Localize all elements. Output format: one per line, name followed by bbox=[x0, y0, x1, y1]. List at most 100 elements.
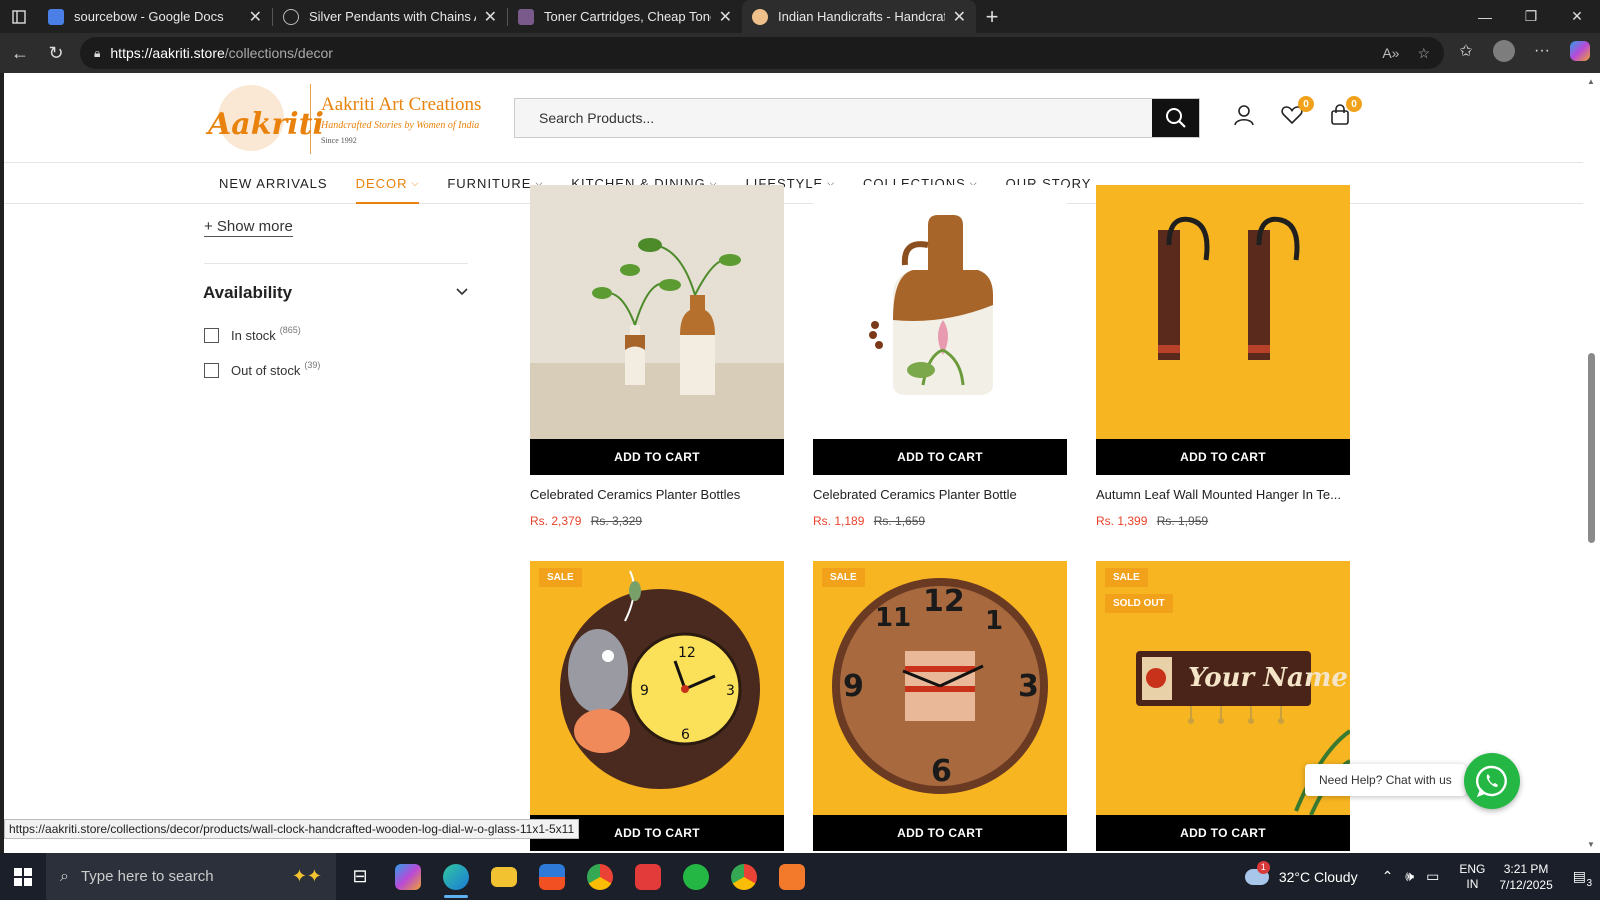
product-image[interactable] bbox=[813, 185, 1067, 439]
checkbox[interactable] bbox=[204, 328, 219, 343]
chat-help-label[interactable]: Need Help? Chat with us bbox=[1305, 764, 1466, 796]
cart-icon[interactable]: 0 bbox=[1328, 96, 1362, 127]
page-scrollbar[interactable]: ▲ ▼ bbox=[1583, 73, 1600, 853]
compare-price: Rs. 1,659 bbox=[873, 514, 926, 528]
copilot-icon[interactable] bbox=[1566, 37, 1594, 65]
product-card[interactable]: 12 3 6 9 11 1 SALE ADD TO CART bbox=[813, 561, 1067, 851]
restore-icon[interactable]: ❐ bbox=[1508, 0, 1554, 33]
language-indicator[interactable]: ENG IN bbox=[1459, 862, 1485, 892]
xampp-icon[interactable] bbox=[768, 853, 816, 900]
store-icon[interactable] bbox=[528, 853, 576, 900]
chrome-profile-icon[interactable] bbox=[720, 853, 768, 900]
nav-item-decor[interactable]: DECOR ⌵ bbox=[342, 163, 434, 204]
tab-title: Silver Pendants with Chains Archi bbox=[309, 9, 476, 24]
whatsapp-chat-button[interactable] bbox=[1464, 753, 1520, 809]
checkbox[interactable] bbox=[204, 363, 219, 378]
add-to-cart-button[interactable]: ADD TO CART bbox=[530, 439, 784, 475]
product-card[interactable]: ADD TO CART Celebrated Ceramics Planter … bbox=[813, 185, 1067, 528]
read-aloud-icon[interactable]: A» bbox=[1382, 45, 1399, 62]
close-tab-icon[interactable]: ✕ bbox=[484, 7, 497, 27]
address-bar[interactable]: 🔒︎ https://aakriti.store/collections/dec… bbox=[80, 37, 1444, 69]
windows-start-icon[interactable] bbox=[0, 853, 46, 900]
filter-out-of-stock[interactable]: Out of stock (39) bbox=[204, 360, 320, 378]
back-icon[interactable]: ← bbox=[2, 35, 38, 71]
weather-widget[interactable]: 1 32°C Cloudy bbox=[1244, 860, 1358, 885]
browser-tab[interactable]: sourcebow - Google Docs ✕ bbox=[38, 0, 272, 33]
close-tab-icon[interactable]: ✕ bbox=[249, 7, 262, 27]
close-tab-icon[interactable]: ✕ bbox=[953, 7, 966, 27]
add-to-cart-button[interactable]: ADD TO CART bbox=[1096, 815, 1350, 851]
product-image[interactable]: 12 3 6 9 11 1 SALE bbox=[813, 561, 1067, 815]
product-image[interactable]: 12 3 6 9 SALE bbox=[530, 561, 784, 815]
lock-icon[interactable]: 🔒︎ bbox=[94, 46, 100, 61]
time: 3:21 PM bbox=[1503, 861, 1549, 876]
add-to-cart-button[interactable]: ADD TO CART bbox=[813, 439, 1067, 475]
wishlist-icon[interactable]: 0 bbox=[1280, 96, 1314, 127]
minimize-icon[interactable]: — bbox=[1462, 0, 1508, 33]
site-header: Aakriti Aakriti Art Creations Handcrafte… bbox=[4, 73, 1583, 163]
system-tray: 1 32°C Cloudy ⌃ 🕪︎ ▭ ENG IN 3:21 PM 7/12… bbox=[1244, 853, 1600, 900]
favorite-star-icon[interactable]: ☆ bbox=[1417, 45, 1430, 62]
profile-avatar[interactable] bbox=[1490, 37, 1518, 65]
notifications-icon[interactable]: ▤ 3 bbox=[1573, 868, 1592, 889]
search-button[interactable] bbox=[1152, 99, 1199, 137]
copilot-app-icon[interactable] bbox=[384, 853, 432, 900]
file-explorer-icon[interactable] bbox=[480, 853, 528, 900]
nav-label: NEW ARRIVALS bbox=[219, 176, 328, 191]
add-to-cart-button[interactable]: ADD TO CART bbox=[1096, 439, 1350, 475]
chevron-up-icon[interactable]: ⌃ bbox=[1382, 868, 1394, 885]
product-card[interactable]: Your Name SALE SOLD OUT ADD TO CART bbox=[1096, 561, 1350, 851]
product-title[interactable]: Celebrated Ceramics Planter Bottle bbox=[813, 487, 1067, 502]
browser-tab-active[interactable]: Indian Handicrafts - Handcrafted ✕ bbox=[742, 0, 976, 33]
browser-tab[interactable]: Toner Cartridges, Cheap Toner Ca ✕ bbox=[508, 0, 742, 33]
taskbar-search-placeholder: Type here to search bbox=[80, 868, 214, 885]
weather-text: 32°C Cloudy bbox=[1278, 868, 1358, 885]
scroll-up-icon[interactable]: ▲ bbox=[1587, 77, 1595, 86]
chrome-app-icon[interactable] bbox=[576, 853, 624, 900]
scroll-down-icon[interactable]: ▼ bbox=[1587, 840, 1595, 849]
product-price: Rs. 2,379 Rs. 3,329 bbox=[530, 514, 784, 528]
url-host: https://aakriti.store bbox=[110, 45, 225, 61]
product-title[interactable]: Autumn Leaf Wall Mounted Hanger In Te... bbox=[1096, 487, 1350, 502]
availability-heading[interactable]: Availability bbox=[203, 283, 292, 303]
search-input[interactable] bbox=[515, 99, 1152, 137]
site-logo[interactable]: Aakriti Aakriti Art Creations Handcrafte… bbox=[204, 81, 494, 157]
close-tab-icon[interactable]: ✕ bbox=[719, 7, 732, 27]
filter-in-stock[interactable]: In stock (865) bbox=[204, 325, 301, 343]
network-icon[interactable]: ▭ bbox=[1426, 868, 1439, 885]
edge-app-icon[interactable] bbox=[432, 853, 480, 900]
filter-label: In stock bbox=[231, 328, 276, 343]
svg-text:9: 9 bbox=[843, 669, 864, 704]
close-window-icon[interactable]: ✕ bbox=[1554, 0, 1600, 33]
product-image[interactable] bbox=[1096, 185, 1350, 439]
account-icon[interactable] bbox=[1232, 103, 1256, 127]
aakriti-favicon-icon bbox=[752, 8, 768, 25]
product-card[interactable]: ADD TO CART Celebrated Ceramics Planter … bbox=[530, 185, 784, 528]
clock[interactable]: 3:21 PM 7/12/2025 bbox=[1499, 861, 1552, 893]
media-app-icon[interactable] bbox=[624, 853, 672, 900]
task-view-icon[interactable]: ⊟ bbox=[336, 853, 384, 900]
svg-text:3: 3 bbox=[1018, 669, 1039, 704]
chevron-down-icon[interactable] bbox=[456, 285, 468, 299]
more-options-icon[interactable]: ··· bbox=[1528, 37, 1556, 65]
product-image[interactable] bbox=[530, 185, 784, 439]
add-to-cart-button[interactable]: ADD TO CART bbox=[813, 815, 1067, 851]
favorites-icon[interactable]: ✩ bbox=[1452, 37, 1480, 65]
scrollbar-thumb[interactable] bbox=[1588, 353, 1595, 543]
browser-toolbar: ← ↻ 🔒︎ https://aakriti.store/collections… bbox=[0, 33, 1600, 73]
new-tab-icon[interactable]: + bbox=[976, 4, 1008, 30]
tab-actions-icon[interactable] bbox=[0, 0, 38, 33]
product-title[interactable]: Celebrated Ceramics Planter Bottles bbox=[530, 487, 784, 502]
show-more-link[interactable]: + Show more bbox=[204, 218, 293, 237]
browser-tab[interactable]: Silver Pendants with Chains Archi ✕ bbox=[273, 0, 507, 33]
taskbar-search[interactable]: ⌕ Type here to search ✦✦ bbox=[46, 853, 336, 900]
refresh-icon[interactable]: ↻ bbox=[38, 35, 74, 71]
product-card[interactable]: 12 3 6 9 SALE ADD TO CART bbox=[530, 561, 784, 851]
product-card[interactable]: ADD TO CART Autumn Leaf Wall Mounted Han… bbox=[1096, 185, 1350, 528]
volume-icon[interactable]: 🕪︎ bbox=[1405, 868, 1414, 885]
whatsapp-icon bbox=[1476, 765, 1507, 798]
logo-mark: Aakriti bbox=[204, 81, 324, 157]
whatsapp-app-icon[interactable] bbox=[672, 853, 720, 900]
sale-badge: SALE bbox=[539, 568, 582, 587]
nav-item-new-arrivals[interactable]: NEW ARRIVALS bbox=[205, 163, 342, 204]
